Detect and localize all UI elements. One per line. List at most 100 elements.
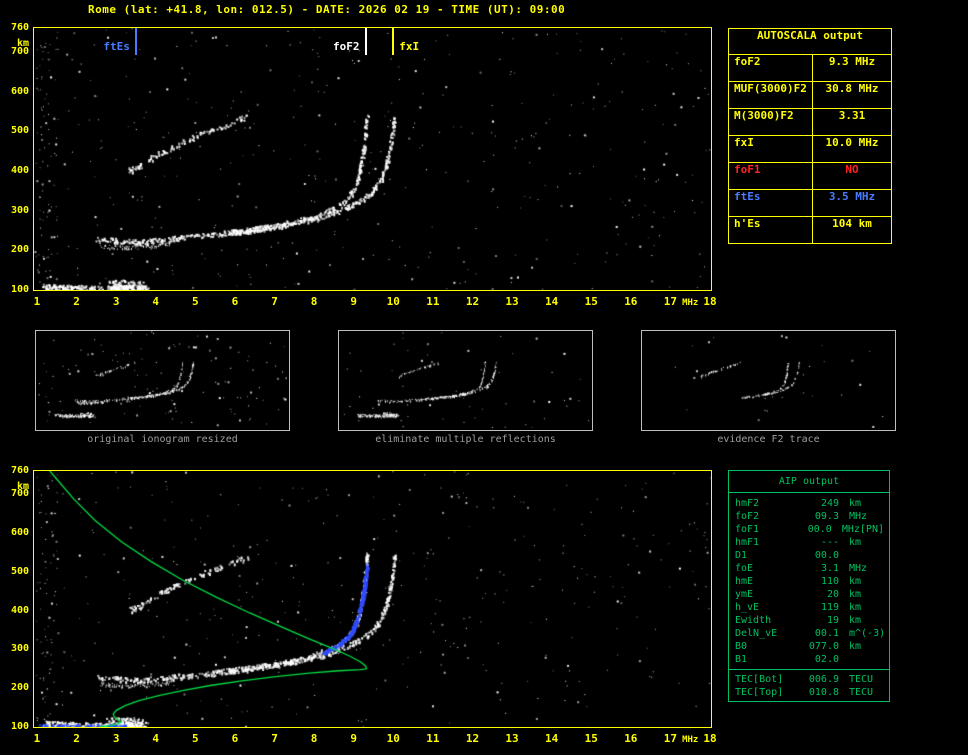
aip-val: --- <box>820 537 839 548</box>
xt-label: 7 <box>271 295 278 308</box>
aip-tec-rows: TEC[Bot] 006.9 TECU TEC[Top] 010.8 TECU <box>729 669 889 699</box>
yt-label: 200 <box>10 244 29 256</box>
aip-name: B0 <box>735 641 748 652</box>
xt-label: 13 <box>505 295 519 308</box>
aip-unit: TECU <box>849 687 874 698</box>
xt-label: 10 <box>386 732 400 745</box>
aip-unit: km <box>849 602 862 613</box>
aip-unit <box>839 653 849 666</box>
aip-name: h_vE <box>735 602 760 613</box>
aip-unit: km <box>849 576 862 587</box>
aip-row-DelN_vE: DelN_vE 00.1 m^(-3) <box>729 627 889 640</box>
aip-row-foF1: foF1 00.0 MHz [PN] <box>729 523 889 536</box>
xt-label: 3 <box>112 732 120 745</box>
aip-unit: km <box>849 589 862 600</box>
autoscala-window: Rome (lat: +41.8, lon: 012.5) - DATE: 20… <box>0 0 968 755</box>
aip-name: hmF1 <box>735 537 760 548</box>
aip-row-TEC[Top]: TEC[Top] 010.8 TECU <box>729 686 889 699</box>
aip-row-Ewidth: Ewidth 19 km <box>729 614 889 627</box>
xt-label: 15 <box>584 732 598 745</box>
autoscala-row-foF2: foF2 9.3 MHz <box>729 54 891 81</box>
aip-unit: MHz <box>849 563 868 574</box>
thumbnail-evidence-f2: evidence F2 trace <box>641 330 896 445</box>
xt-label: 13 <box>505 732 519 745</box>
unit-y-label: km <box>16 38 29 49</box>
yt-label: 600 <box>10 85 29 97</box>
thumbnail-original-ionogram: original ionogram resized <box>35 330 290 445</box>
aip-row-B1: B1 02.0 <box>729 653 889 666</box>
aip-name: D1 <box>735 550 748 561</box>
aip-name: TEC[Top] <box>735 687 784 698</box>
yt-label: 300 <box>10 643 29 655</box>
aip-row-hmE: hmE 110 km <box>729 575 889 588</box>
autoscala-table-rows: foF2 9.3 MHz MUF(3000)F2 30.8 MHz M(3000)F2 3… <box>729 54 891 243</box>
autoscala-row-foF1: foF1 NO <box>729 162 891 189</box>
aip-name: hmF2 <box>735 498 760 509</box>
xt-label: 16 <box>624 732 638 745</box>
thumbnail-eliminate-canvas <box>339 331 590 428</box>
thumbnail-eliminate-reflections: eliminate multiple reflections <box>338 330 593 445</box>
xt-label: 6 <box>231 295 239 308</box>
aip-name: hmE <box>735 576 754 587</box>
aip-name: foE <box>735 563 754 574</box>
fxI-marker-label: fxI <box>399 40 420 53</box>
aip-table-body: hmF2 249 km foF2 09.3 MHz foF1 00.0 MHz [PN] hmF1-… <box>728 493 890 702</box>
xt-label: 12 <box>465 732 480 745</box>
aip-unit: MHz <box>841 524 860 535</box>
xt-label: 10 <box>386 295 400 308</box>
aip-row-h_vE: h_vE 119 km <box>729 601 889 614</box>
yt-label: 100 <box>10 284 29 295</box>
autoscala-row-label: foF1 <box>729 163 813 189</box>
xt-label: 15 <box>584 295 598 308</box>
autoscala-row-value: 3.31 <box>838 109 866 122</box>
aip-val: 119 <box>820 602 839 613</box>
xt-label: 8 <box>310 732 318 745</box>
aip-val: 19 <box>826 615 839 626</box>
xt-label: 5 <box>192 295 199 308</box>
aip-row-ymE: ymE 20 km <box>729 588 889 601</box>
xt-label: 8 <box>310 295 318 308</box>
autoscala-row-label: h'Es <box>729 217 813 243</box>
autoscala-row-label: ftEs <box>729 190 813 216</box>
yt-label: 760 <box>10 22 29 33</box>
thumbnail-caption: evidence F2 trace <box>717 434 820 445</box>
autoscala-row-label: fxI <box>729 136 813 162</box>
yt-label: 500 <box>10 125 29 137</box>
xt-label: 6 <box>231 732 239 745</box>
xt-label: 12 <box>465 295 480 308</box>
aip-row-TEC[Bot]: TEC[Bot] 006.9 TECU <box>729 673 889 686</box>
fxI-marker-line <box>392 28 395 55</box>
xt-label: 5 <box>192 732 199 745</box>
aip-name: foF2 <box>735 511 760 522</box>
aip-val: 00.1 <box>814 628 839 639</box>
autoscala-row-value: NO <box>845 163 859 176</box>
ftEs-marker-label: ftEs <box>103 40 130 53</box>
autoscala-row-value: 30.8 MHz <box>825 82 879 95</box>
aip-table-title: AIP output <box>728 470 890 493</box>
aip-val: 20 <box>826 589 839 600</box>
thumbnail-caption: original ionogram resized <box>87 434 238 445</box>
xt-label: 9 <box>350 732 357 745</box>
autoscala-row-fxI: fxI 10.0 MHz <box>729 135 891 162</box>
aip-unit: MHz <box>849 511 868 522</box>
aip-val: 077.0 <box>808 641 839 652</box>
aip-output-table: AIP output hmF2 249 km foF2 09.3 MHz foF1 00.0 M… <box>728 470 890 702</box>
aip-row-hmF2: hmF2 249 km <box>729 497 889 510</box>
xt-label: 7 <box>271 732 278 745</box>
xt-label: 14 <box>545 295 559 308</box>
aip-table-rows: hmF2 249 km foF2 09.3 MHz foF1 00.0 MHz [PN] hmF1-… <box>729 497 889 666</box>
yt-label: 400 <box>10 604 29 616</box>
aip-unit <box>839 549 849 562</box>
unit-x-label: MHz <box>682 298 699 308</box>
aip-val: 3.1 <box>820 563 839 574</box>
yt-label: 300 <box>10 204 29 216</box>
aip-unit: km <box>849 615 862 626</box>
yt-label: 100 <box>10 721 29 732</box>
unit-y-label: km <box>16 481 29 492</box>
aip-name: DelN_vE <box>735 628 778 639</box>
aip-row-hmF1: hmF1 --- km <box>729 536 889 549</box>
main-ionogram-canvas <box>33 27 712 291</box>
xt-label: 1 <box>33 295 41 308</box>
aip-val: 00.0 <box>814 550 839 561</box>
aip-val: 010.8 <box>808 687 839 698</box>
